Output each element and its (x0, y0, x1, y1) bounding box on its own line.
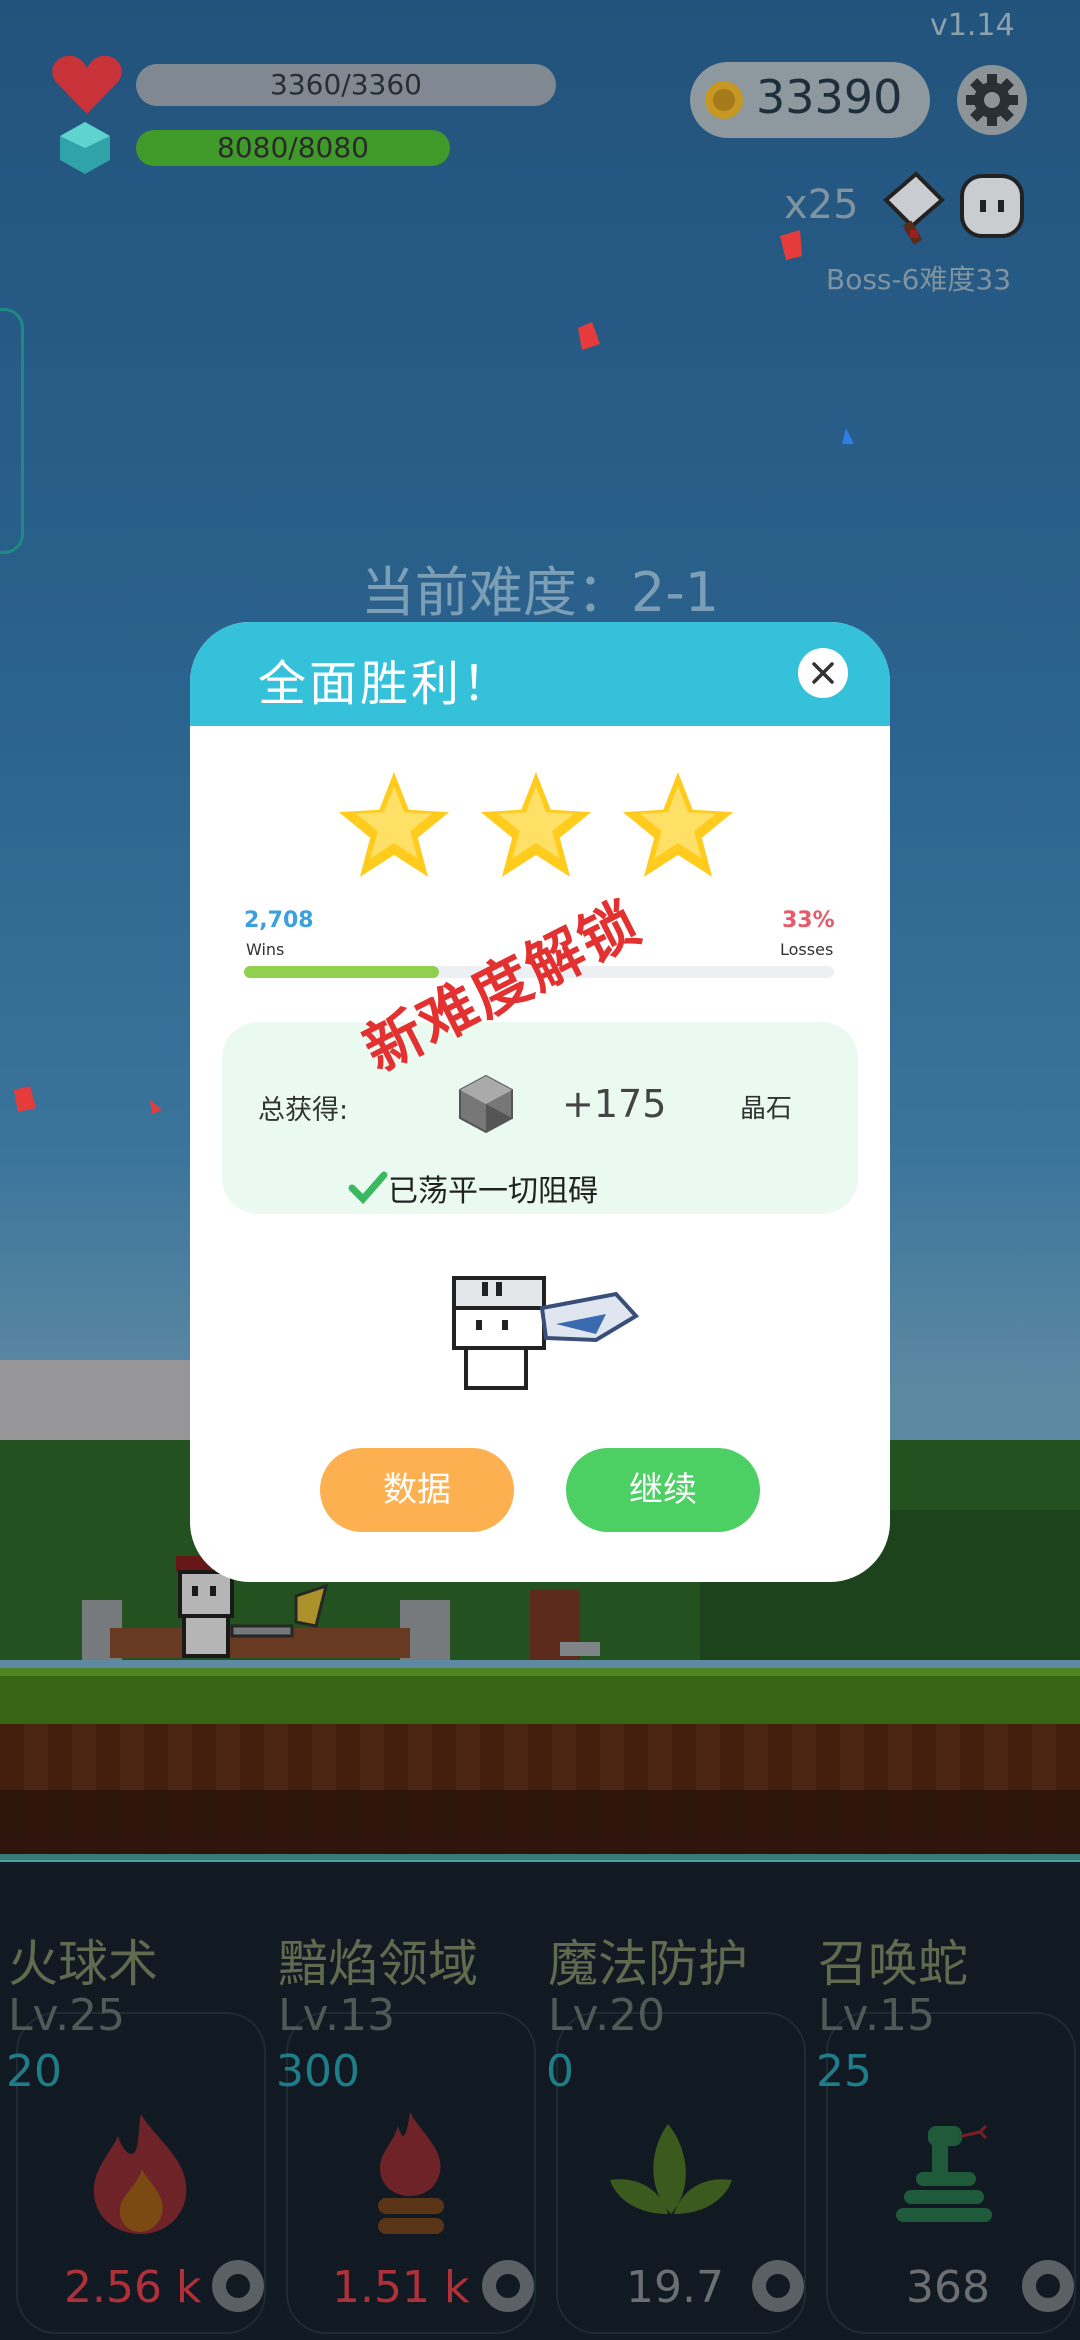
skill-name: 魔法防护 (548, 1935, 748, 1993)
campfire-icon (378, 2112, 444, 2234)
skill-value: 368 (906, 2262, 990, 2313)
victory-dialog: 全面胜利！ 2,708 Wins 33% Losses 总获得: +175 晶石… (190, 622, 890, 1582)
skill-name: 火球术 (8, 1935, 158, 1993)
stats-button-label: 数据 (383, 1470, 451, 1510)
kill-multiplier: x25 (784, 182, 859, 228)
side-drawer-tab[interactable] (0, 308, 24, 554)
reward-box: 总获得: +175 晶石 已荡平一切阻碍 (222, 1022, 858, 1214)
gear-icon[interactable] (746, 2254, 810, 2318)
crystal-icon (459, 1074, 513, 1134)
current-difficulty: 当前难度：2-1 (360, 561, 720, 624)
skills-panel: 火球术 Lv.25 20 2.56 k 黯焰领域 Lv.13 300 1.51 … (0, 1862, 1080, 2340)
mana-text: 8080/8080 (217, 131, 369, 164)
skill-summon-snake[interactable]: 召唤蛇 Lv.15 25 368 (810, 1862, 1080, 2340)
skill-level: Lv.25 (8, 1990, 126, 2041)
close-icon (812, 662, 834, 684)
reward-amount: +175 (562, 1082, 667, 1126)
losses-label: Losses (780, 940, 834, 959)
settings-gear-icon[interactable] (956, 64, 1028, 136)
reward-unit: 晶石 (740, 1094, 793, 1124)
fire-icon (93, 2114, 187, 2234)
health-text: 3360/3360 (270, 68, 422, 101)
skill-level: Lv.20 (548, 1990, 666, 2041)
star-rating (338, 772, 734, 877)
skill-name: 召唤蛇 (818, 1935, 968, 1993)
skill-value: 2.56 k (64, 2262, 202, 2313)
ghost-boss-icon (960, 174, 1024, 238)
dialog-header: 全面胜利！ (190, 622, 890, 726)
dialog-title: 全面胜利！ (258, 656, 514, 712)
cleared-message: 已荡平一切阻碍 (388, 1174, 598, 1209)
leaf-icon (610, 2124, 732, 2214)
coin-counter: 33390 (690, 62, 930, 138)
close-button[interactable] (798, 648, 848, 698)
cleaver-icon (883, 171, 945, 245)
gear-icon[interactable] (476, 2254, 540, 2318)
skill-value: 1.51 k (332, 2262, 470, 2313)
skill-cost: 25 (816, 2046, 872, 2097)
skill-level: Lv.15 (818, 1990, 936, 2041)
gear-icon[interactable] (206, 2254, 270, 2318)
skill-fireball[interactable]: 火球术 Lv.25 20 2.56 k (0, 1862, 270, 2340)
continue-button-label: 继续 (629, 1470, 697, 1510)
mana-bar: 8080/8080 (136, 130, 450, 166)
gear-icon[interactable] (1016, 2254, 1080, 2318)
skill-cost: 20 (6, 2046, 62, 2097)
skill-cost: 0 (546, 2046, 574, 2097)
snake-icon (896, 2124, 992, 2222)
heart-icon (52, 55, 122, 114)
coin-icon (705, 81, 743, 119)
health-bar: 3360/3360 (136, 64, 556, 106)
skill-magic-shield[interactable]: 魔法防护 Lv.20 0 19.7 (540, 1862, 810, 2340)
skill-name: 黯焰领域 (278, 1935, 478, 1993)
wins-value: 2,708 (244, 908, 314, 933)
mana-crystal-icon (60, 122, 110, 174)
skill-dark-flame[interactable]: 黯焰领域 Lv.13 300 1.51 k (270, 1862, 540, 2340)
losses-value: 33% (782, 908, 835, 933)
wins-label: Wins (246, 940, 285, 959)
win-progress-fill (244, 966, 439, 978)
skill-value: 19.7 (626, 2262, 724, 2313)
skill-level: Lv.13 (278, 1990, 396, 2041)
boss-difficulty-label: Boss-6难度33 (826, 263, 1012, 296)
version-label: v1.14 (930, 8, 1015, 43)
hero-sprite (452, 1276, 640, 1390)
stats-button[interactable]: 数据 (320, 1448, 514, 1532)
skill-cost: 300 (276, 2046, 360, 2097)
coin-amount: 33390 (756, 70, 903, 124)
reward-total-label: 总获得: (258, 1095, 349, 1126)
check-icon (348, 1171, 388, 1204)
continue-button[interactable]: 继续 (566, 1448, 760, 1532)
